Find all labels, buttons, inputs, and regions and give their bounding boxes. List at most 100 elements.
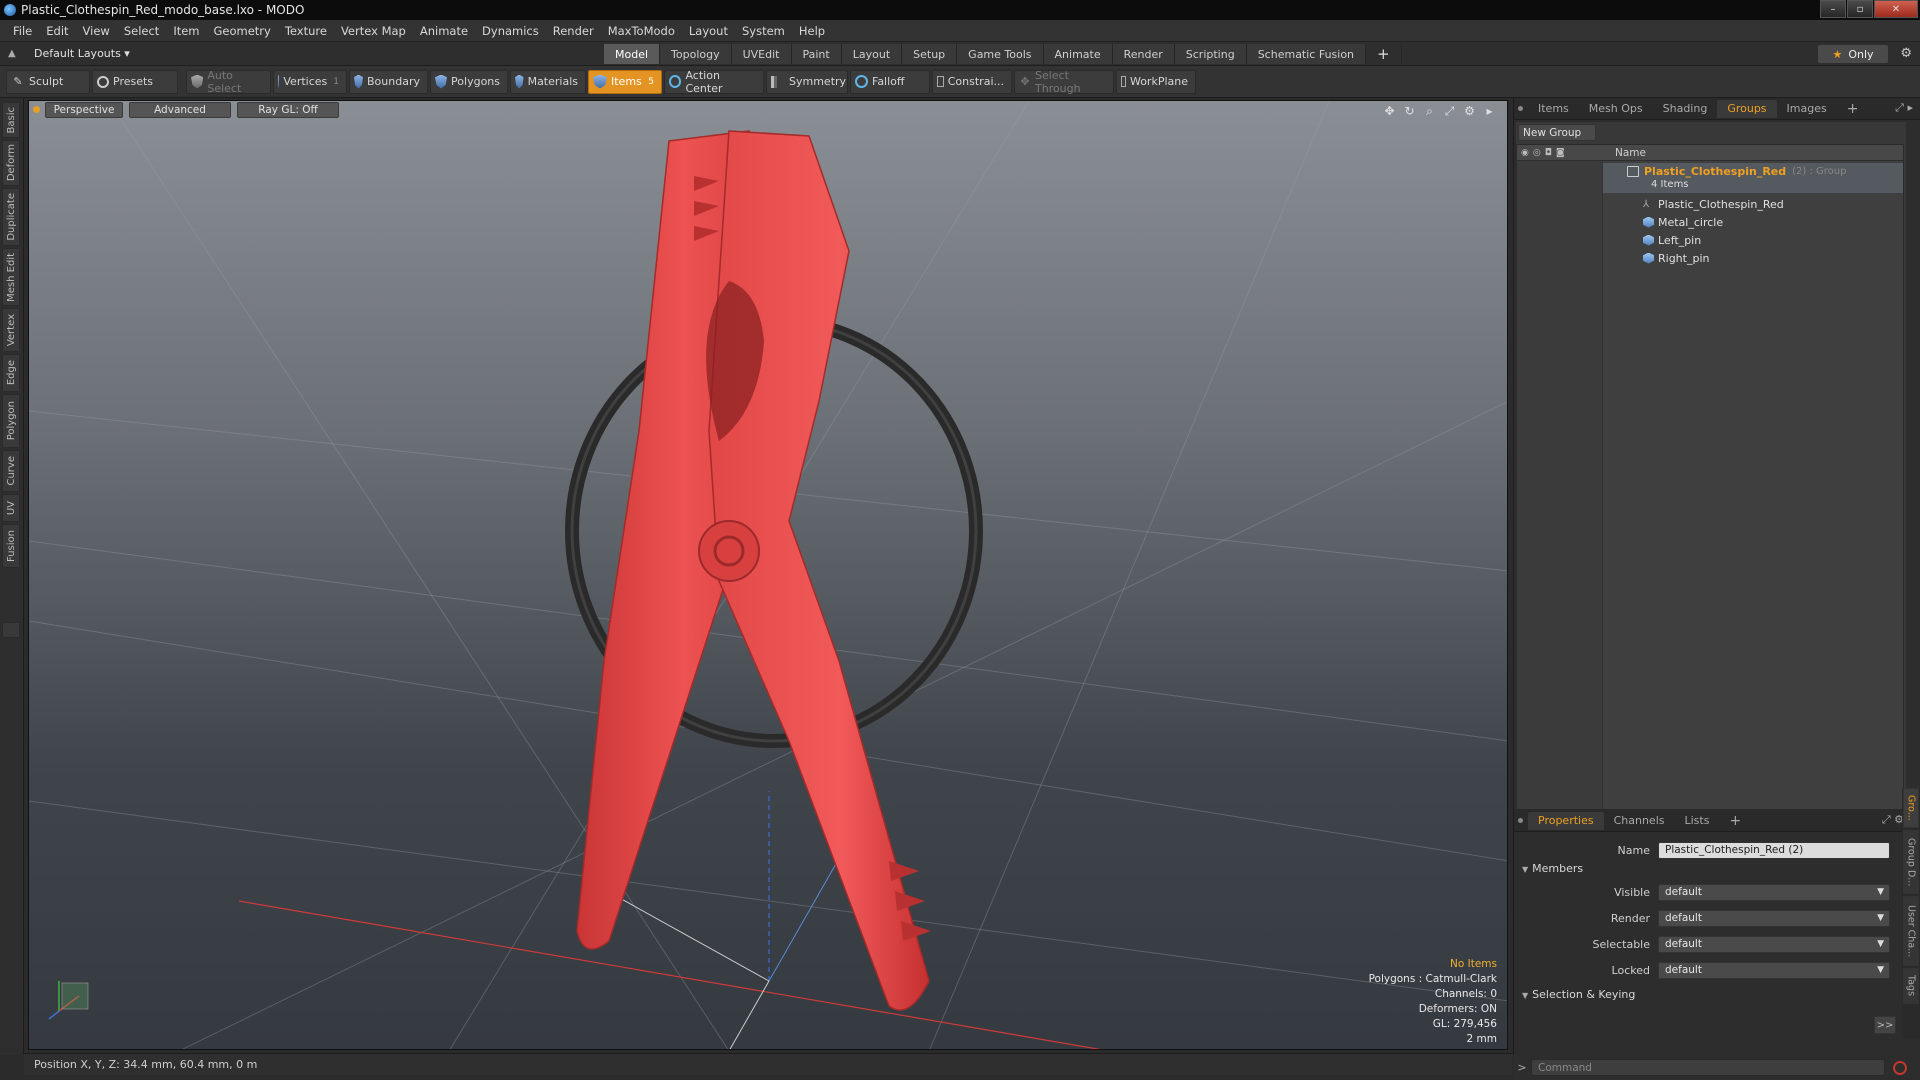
close-button[interactable]: ✕ — [1874, 0, 1918, 18]
maximize-button[interactable]: ▫ — [1847, 0, 1873, 18]
polygons-button[interactable]: Polygons — [430, 69, 508, 94]
tab-lists[interactable]: Lists — [1675, 812, 1720, 830]
sculpt-button[interactable]: ✎ Sculpt — [6, 69, 90, 94]
tab-model[interactable]: Model — [604, 44, 661, 64]
menu-file[interactable]: File — [6, 24, 39, 38]
menu-render[interactable]: Render — [546, 24, 601, 38]
more-button[interactable]: >> — [1874, 1016, 1896, 1034]
properties-options-dot[interactable] — [1518, 818, 1523, 823]
add-properties-tab-button[interactable]: + — [1719, 812, 1751, 830]
layout-up-icon[interactable]: ▲ — [8, 48, 22, 59]
tab-images[interactable]: Images — [1777, 100, 1837, 118]
locked-dropdown[interactable]: default ▼ — [1658, 961, 1890, 979]
left-tab-edge[interactable]: Edge — [2, 354, 20, 392]
tab-scripting[interactable]: Scripting — [1174, 44, 1247, 64]
tab-topology[interactable]: Topology — [660, 44, 732, 64]
menu-view[interactable]: View — [76, 24, 117, 38]
left-tab-polygon[interactable]: Polygon — [2, 394, 20, 448]
symmetry-button[interactable]: Symmetry — [766, 69, 848, 94]
viewport-menu-arrow-icon[interactable]: ▸ — [1482, 104, 1497, 119]
left-tab-mesh-edit[interactable]: Mesh Edit — [2, 248, 20, 306]
render-icon[interactable]: ◎ — [1533, 148, 1541, 158]
tab-uvedit[interactable]: UVEdit — [731, 44, 792, 64]
tab-channels[interactable]: Channels — [1604, 812, 1675, 830]
auto-select-button[interactable]: Auto Select — [186, 69, 271, 95]
left-tab-deform[interactable]: Deform — [2, 140, 20, 186]
menu-help[interactable]: Help — [792, 24, 832, 38]
left-tab-basic[interactable]: Basic — [2, 102, 20, 138]
group-row[interactable]: Plastic_Clothespin_Red (2) : Group 4 Ite… — [1603, 163, 1903, 193]
side-tab-user-channels[interactable]: User Cha... — [1903, 896, 1919, 966]
select-icon[interactable]: ◙ — [1556, 148, 1565, 158]
items-button[interactable]: Items 5 — [588, 69, 662, 94]
left-tab-collapse-button[interactable] — [2, 622, 20, 638]
eye-icon[interactable]: ◉ — [1521, 148, 1529, 158]
pan-icon[interactable]: ✥ — [1382, 104, 1397, 119]
menu-dynamics[interactable]: Dynamics — [475, 24, 546, 38]
menu-geometry[interactable]: Geometry — [207, 24, 278, 38]
workplane-button[interactable]: WorkPlane — [1116, 69, 1196, 94]
side-tab-tags[interactable]: Tags — [1903, 968, 1919, 1004]
left-tab-curve[interactable]: Curve — [2, 450, 20, 492]
add-layout-tab-button[interactable]: + — [1366, 44, 1402, 64]
name-column-header[interactable]: Name — [1603, 147, 1646, 159]
list-item[interactable]: Right_pin — [1603, 249, 1903, 267]
layout-selector[interactable]: ▲ Default Layouts ▾ — [0, 47, 600, 60]
menu-item[interactable]: Item — [166, 24, 206, 38]
side-tab-group-display[interactable]: Group D... — [1903, 830, 1919, 894]
expand-panel-icon[interactable]: ⤢ ▸ — [1895, 101, 1913, 115]
menu-vertex-map[interactable]: Vertex Map — [334, 24, 413, 38]
shading-mode-button[interactable]: Advanced — [129, 102, 231, 118]
clear-command-icon[interactable] — [1893, 1060, 1907, 1075]
tab-schematic-fusion[interactable]: Schematic Fusion — [1246, 44, 1367, 64]
tab-animate[interactable]: Animate — [1043, 44, 1113, 64]
list-item[interactable]: Metal_circle — [1603, 213, 1903, 231]
constraints-button[interactable]: Constrai... — [932, 69, 1012, 94]
tab-setup[interactable]: Setup — [902, 44, 958, 64]
view-mode-button[interactable]: Perspective — [45, 102, 123, 118]
left-tab-fusion[interactable]: Fusion — [2, 524, 20, 568]
vertices-button[interactable]: Vertices 1 — [273, 69, 347, 94]
tab-properties[interactable]: Properties — [1528, 811, 1604, 830]
gear-icon[interactable]: ⚙ — [1900, 46, 1912, 61]
3d-viewport[interactable]: Perspective Advanced Ray GL: Off ✥ ↻ ⌕ ⤢… — [28, 100, 1508, 1050]
members-section[interactable]: ▼ Members — [1522, 862, 1583, 875]
tab-paint[interactable]: Paint — [791, 44, 842, 64]
menu-layout[interactable]: Layout — [682, 24, 735, 38]
left-tab-uv[interactable]: UV — [2, 494, 20, 522]
tab-items[interactable]: Items — [1528, 100, 1579, 118]
materials-button[interactable]: Materials — [510, 69, 586, 94]
tab-mesh-ops[interactable]: Mesh Ops — [1579, 100, 1653, 118]
list-item[interactable]: ⅄ Plastic_Clothespin_Red — [1603, 195, 1903, 213]
viewport-gear-icon[interactable]: ⚙ — [1462, 104, 1477, 119]
presets-button[interactable]: Presets — [92, 69, 178, 94]
menu-animate[interactable]: Animate — [413, 24, 475, 38]
zoom-icon[interactable]: ⌕ — [1422, 104, 1437, 119]
command-input[interactable]: Command — [1531, 1059, 1885, 1076]
only-toggle-button[interactable]: ★ Only — [1818, 45, 1888, 63]
tab-groups[interactable]: Groups — [1717, 99, 1777, 118]
layouts-dropdown[interactable]: Default Layouts ▾ — [34, 47, 130, 60]
tab-shading[interactable]: Shading — [1653, 100, 1718, 118]
tab-render[interactable]: Render — [1112, 44, 1175, 64]
tab-layout[interactable]: Layout — [841, 44, 903, 64]
groups-list[interactable]: ◉ ◎ ◘ ◙ Name Plastic_Clothespin_Red (2) … — [1516, 144, 1904, 810]
left-tab-duplicate[interactable]: Duplicate — [2, 188, 20, 246]
action-center-button[interactable]: Action Center — [664, 69, 764, 95]
side-tab-group[interactable]: Gro... — [1903, 788, 1919, 828]
falloff-button[interactable]: Falloff — [850, 69, 930, 94]
new-group-button[interactable]: New Group — [1518, 124, 1596, 141]
raygl-button[interactable]: Ray GL: Off — [237, 102, 339, 118]
minimize-button[interactable]: – — [1820, 0, 1846, 18]
panel-options-dot[interactable] — [1518, 106, 1523, 111]
menu-texture[interactable]: Texture — [278, 24, 334, 38]
boundary-button[interactable]: Boundary — [349, 69, 428, 94]
menu-system[interactable]: System — [735, 24, 792, 38]
selection-keying-section[interactable]: ▼ Selection & Keying — [1522, 988, 1635, 1001]
menu-maxtomodo[interactable]: MaxToModo — [601, 24, 682, 38]
visible-dropdown[interactable]: default ▼ — [1658, 883, 1890, 901]
lock-icon[interactable]: ◘ — [1545, 148, 1552, 158]
maximize-icon[interactable]: ⤢ — [1442, 104, 1457, 119]
render-dropdown[interactable]: default ▼ — [1658, 909, 1890, 927]
selectable-dropdown[interactable]: default ▼ — [1658, 935, 1890, 953]
